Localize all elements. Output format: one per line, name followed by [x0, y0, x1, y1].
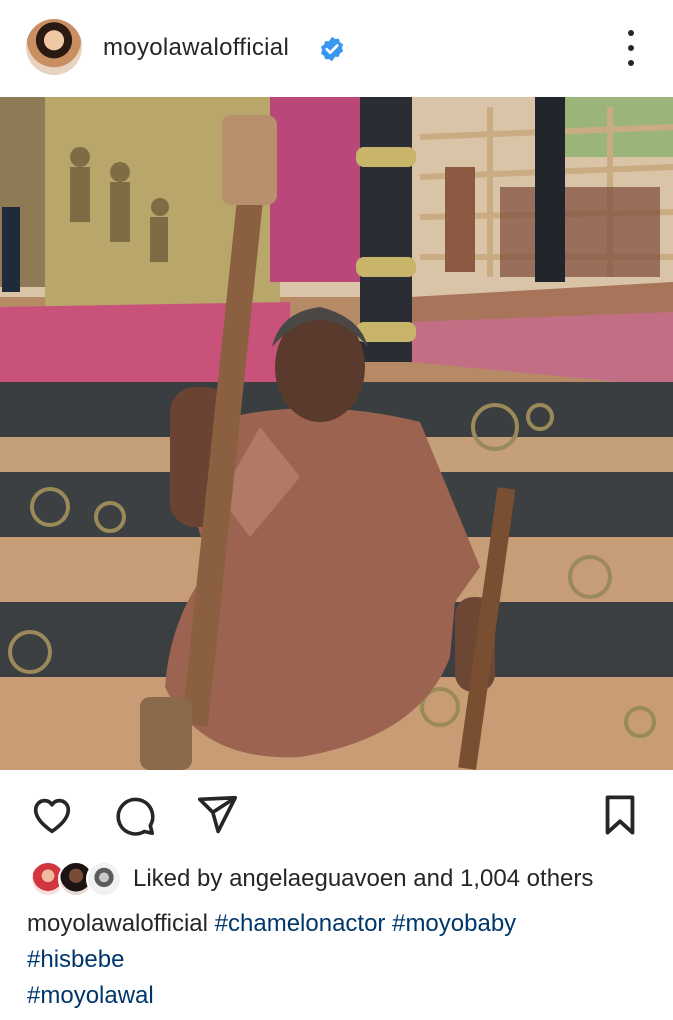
bookmark-icon[interactable]	[597, 792, 643, 838]
liker-username[interactable]: angelaeguavoen	[229, 865, 407, 892]
verified-badge-icon	[320, 36, 344, 62]
likes-count[interactable]: and 1,004 others	[407, 865, 593, 892]
post-header: moyolawalofficial	[0, 0, 673, 97]
heart-icon[interactable]	[29, 792, 75, 838]
hashtag[interactable]: #chamelonactor	[215, 910, 386, 937]
hashtag[interactable]: #moyobaby	[392, 910, 516, 937]
post-username[interactable]: moyolawalofficial	[103, 34, 289, 62]
likes-row: Liked by angelaeguavoen and 1,004 others	[0, 855, 673, 905]
likes-prefix: Liked by	[133, 865, 230, 892]
post-actions	[0, 770, 673, 855]
send-icon[interactable]	[194, 792, 240, 838]
likes-summary[interactable]: Liked by angelaeguavoen and 1,004 others	[133, 865, 593, 893]
hashtag[interactable]: #moyolawal	[27, 982, 154, 1009]
caption-username[interactable]: moyolawalofficial	[27, 910, 208, 937]
post-image[interactable]	[0, 97, 673, 770]
hashtag[interactable]: #hisbebe	[27, 946, 124, 973]
comment-icon[interactable]	[111, 792, 157, 838]
profile-avatar[interactable]	[26, 19, 82, 75]
post-caption: moyolawalofficial #chamelonactor #moyoba…	[27, 906, 657, 1014]
more-options-icon[interactable]	[618, 30, 644, 66]
liker-avatar[interactable]	[86, 861, 122, 897]
